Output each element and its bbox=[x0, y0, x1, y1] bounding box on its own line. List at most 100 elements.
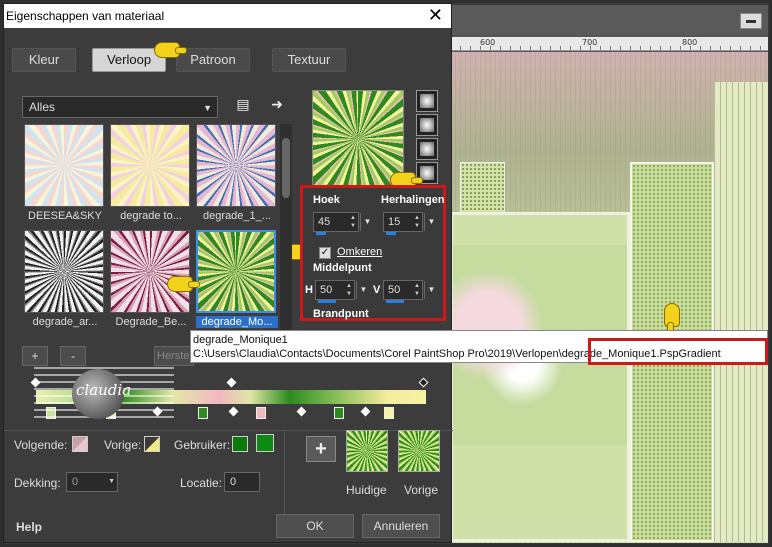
color-midpoint[interactable] bbox=[228, 406, 239, 417]
v-spinner[interactable]: 50 ▲ ▼ ▼ bbox=[383, 280, 435, 303]
remove-gradient-button[interactable]: - bbox=[60, 346, 86, 366]
arrow-right-icon[interactable]: ➜ bbox=[266, 94, 288, 114]
image-canvas[interactable] bbox=[450, 52, 768, 543]
color-stop[interactable] bbox=[256, 407, 266, 419]
gradient-swatch bbox=[25, 231, 103, 312]
opacity-stop[interactable] bbox=[418, 377, 429, 388]
psp-workspace: 600 700 800 bbox=[450, 5, 768, 543]
ok-button[interactable]: OK bbox=[276, 514, 354, 538]
previous-gradient-chip[interactable] bbox=[144, 436, 160, 452]
sunburst-style-button[interactable] bbox=[416, 138, 438, 160]
omkeren-label: Omkeren bbox=[337, 246, 383, 258]
previous-swatch bbox=[398, 430, 440, 472]
user-color-2[interactable] bbox=[256, 434, 274, 452]
gradient-thumb[interactable] bbox=[24, 124, 104, 207]
brandpunt-label: Brandpunt bbox=[313, 308, 369, 320]
chevron-down-icon[interactable]: ▼ bbox=[108, 473, 115, 491]
canvas-photo-panel bbox=[450, 212, 630, 542]
gradient-swatch bbox=[111, 231, 189, 312]
spin-down-icon[interactable]: ▼ bbox=[414, 291, 420, 298]
help-link[interactable]: Help bbox=[16, 520, 42, 534]
opacity-midpoint[interactable] bbox=[226, 377, 237, 388]
thumb-label: degrade_Mo... bbox=[196, 316, 278, 328]
hoek-spinner[interactable]: 45 ▲ ▼ ▼ bbox=[313, 212, 371, 235]
color-midpoint[interactable] bbox=[360, 406, 371, 417]
thumb-label: degrade_ar... bbox=[32, 316, 98, 328]
spin-up-icon[interactable]: ▲ bbox=[414, 283, 420, 290]
next-gradient-chip[interactable] bbox=[72, 436, 88, 452]
dekking-value: 0 bbox=[72, 476, 79, 488]
color-midpoint[interactable] bbox=[296, 406, 307, 417]
dekking-field[interactable]: 0 ▼ bbox=[66, 472, 118, 492]
pointer-hand-icon bbox=[154, 42, 187, 58]
library-icon[interactable]: ▤ bbox=[232, 94, 254, 114]
h-value: 50 bbox=[320, 284, 333, 296]
thumb-label: Degrade_Be... bbox=[115, 316, 187, 328]
scroll-thumb[interactable] bbox=[282, 138, 290, 198]
preview-swatch bbox=[313, 91, 403, 187]
category-select[interactable]: Alles ▼ bbox=[22, 96, 218, 118]
linear-style-button[interactable] bbox=[416, 90, 438, 112]
omkeren-checkbox[interactable]: ✓ bbox=[319, 247, 331, 259]
v-label: V bbox=[373, 284, 381, 296]
minimize-button[interactable] bbox=[740, 13, 762, 29]
rectangular-style-button[interactable] bbox=[416, 114, 438, 136]
material-properties-dialog: Eigenschappen van materiaal ✕ Kleur Verl… bbox=[3, 3, 453, 543]
gradient-thumb-selected[interactable] bbox=[196, 230, 276, 313]
gradient-swatch bbox=[198, 232, 274, 311]
chevron-down-icon[interactable]: ▼ bbox=[360, 213, 374, 231]
vorige-label: Vorige: bbox=[104, 438, 142, 452]
spin-down-icon[interactable]: ▼ bbox=[414, 223, 420, 230]
tab-patroon[interactable]: Patroon bbox=[176, 48, 250, 72]
color-stop[interactable] bbox=[334, 407, 344, 419]
gebruiker-label: Gebruiker: bbox=[174, 438, 231, 452]
spin-down-icon[interactable]: ▼ bbox=[346, 291, 352, 298]
horizontal-ruler: 600 700 800 bbox=[450, 37, 768, 51]
workspace-titlebar bbox=[450, 5, 768, 35]
dialog-title: Eigenschappen van materiaal bbox=[6, 9, 165, 23]
herhalingen-label: Herhalingen bbox=[381, 194, 445, 206]
herhalingen-spinner[interactable]: 15 ▲ ▼ ▼ bbox=[383, 212, 435, 235]
herhalingen-slider[interactable] bbox=[386, 232, 396, 235]
huidige-label: Huidige bbox=[346, 483, 387, 497]
spin-up-icon[interactable]: ▲ bbox=[346, 283, 352, 290]
chevron-down-icon[interactable]: ▼ bbox=[356, 281, 370, 299]
color-stop[interactable] bbox=[384, 407, 394, 419]
dekking-label: Dekking: bbox=[14, 476, 61, 490]
spin-up-icon[interactable]: ▲ bbox=[414, 215, 420, 222]
user-color-1[interactable] bbox=[232, 436, 248, 452]
hoek-slider[interactable] bbox=[316, 232, 326, 235]
gradient-thumb[interactable] bbox=[196, 124, 276, 207]
canvas-stripe-panel bbox=[714, 82, 768, 542]
cancel-button[interactable]: Annuleren bbox=[362, 514, 440, 538]
swatch-fill bbox=[347, 431, 387, 471]
close-icon[interactable]: ✕ bbox=[428, 5, 443, 25]
gradient-thumb[interactable] bbox=[110, 124, 190, 207]
gradient-thumb[interactable] bbox=[24, 230, 104, 313]
thumb-label: degrade to... bbox=[120, 210, 182, 222]
hoek-value: 45 bbox=[318, 216, 331, 228]
pointer-hand-icon bbox=[664, 303, 680, 334]
gradient-thumb[interactable] bbox=[110, 230, 190, 313]
tab-kleur[interactable]: Kleur bbox=[12, 48, 76, 72]
library-scrollbar[interactable] bbox=[280, 124, 292, 334]
pointer-hand-icon bbox=[167, 276, 200, 292]
tab-textuur[interactable]: Textuur bbox=[272, 48, 346, 72]
color-stop[interactable] bbox=[198, 407, 208, 419]
chevron-down-icon[interactable]: ▼ bbox=[424, 213, 438, 231]
v-slider[interactable] bbox=[386, 300, 404, 303]
h-spinner[interactable]: 50 ▲ ▼ ▼ bbox=[315, 280, 367, 303]
reset-button[interactable]: Herste bbox=[154, 346, 194, 366]
swatch-fill bbox=[399, 431, 439, 471]
locatie-field[interactable]: 0 bbox=[224, 472, 260, 492]
gradient-swatch bbox=[111, 125, 189, 206]
thumb-label: DEESEA&SKY bbox=[28, 210, 102, 222]
spin-down-icon[interactable]: ▼ bbox=[350, 223, 356, 230]
add-to-swatches-button[interactable]: + bbox=[306, 436, 336, 462]
add-gradient-button[interactable]: + bbox=[22, 346, 48, 366]
chevron-down-icon[interactable]: ▼ bbox=[424, 281, 438, 299]
ruler-label: 700 bbox=[582, 38, 598, 47]
herhalingen-value: 15 bbox=[388, 216, 401, 228]
spin-up-icon[interactable]: ▲ bbox=[350, 215, 356, 222]
h-slider[interactable] bbox=[318, 300, 336, 303]
